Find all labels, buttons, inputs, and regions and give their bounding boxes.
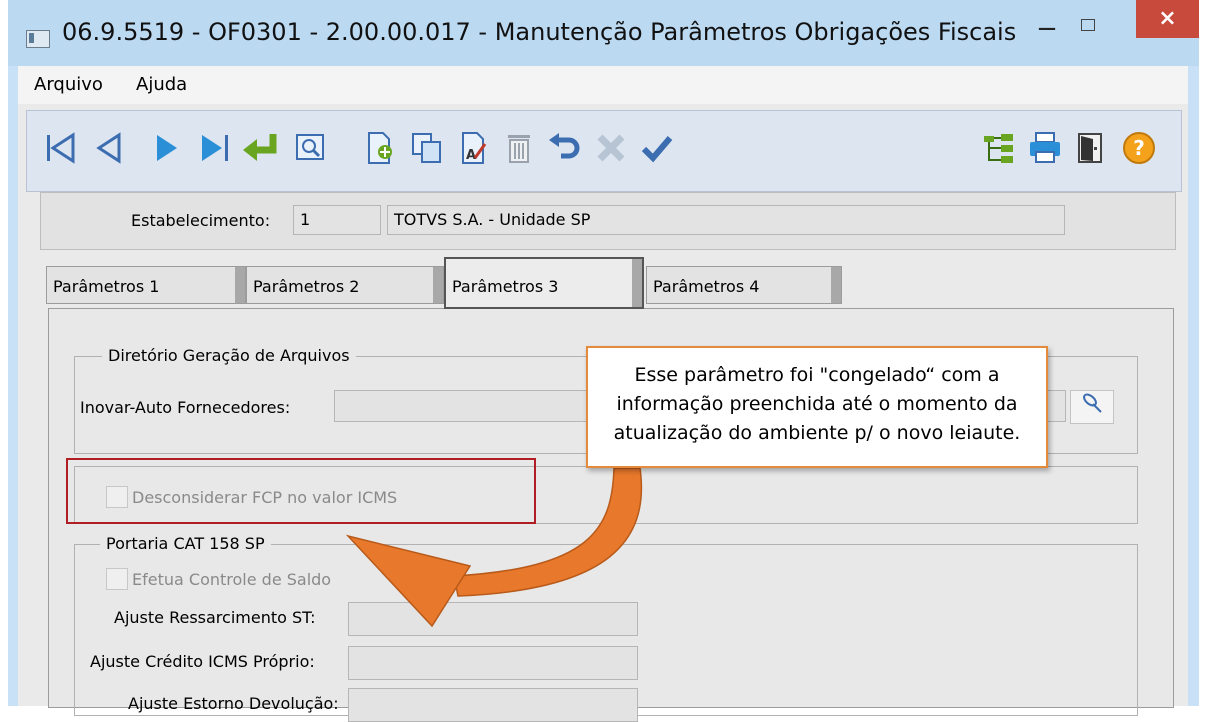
estorno-field[interactable] (348, 688, 638, 722)
delete-icon[interactable] (497, 126, 541, 170)
goto-icon[interactable] (239, 126, 283, 170)
toolbar: A ? (26, 110, 1182, 192)
close-button[interactable]: × (1136, 0, 1199, 38)
maximize-button[interactable] (1070, 14, 1104, 44)
first-record-icon[interactable] (39, 126, 83, 170)
menu-bar: Arquivo Ajuda (18, 66, 1188, 104)
estabelecimento-label: Estabelecimento: (131, 211, 271, 230)
ressarcimento-field[interactable] (348, 602, 638, 636)
search-icon[interactable] (289, 126, 333, 170)
tab-parametros-3[interactable]: Parâmetros 3 (444, 257, 644, 309)
svg-text:A: A (466, 148, 476, 163)
exit-icon[interactable] (1069, 126, 1113, 170)
annotation-callout: Esse parâmetro foi "congelado“ com a inf… (586, 346, 1048, 468)
tab-label: Parâmetros 3 (452, 277, 559, 296)
estorno-label: Ajuste Estorno Devolução: (128, 694, 339, 713)
estabelecimento-panel: Estabelecimento: 1 TOTVS S.A. - Unidade … (40, 192, 1176, 250)
tab-edge (433, 267, 443, 303)
confirm-icon[interactable] (635, 126, 679, 170)
controle-saldo-checkbox[interactable] (106, 568, 128, 590)
tab-edge (235, 267, 245, 303)
menu-ajuda[interactable]: Ajuda (136, 74, 187, 95)
title-bar[interactable]: 06.9.5519 - OF0301 - 2.00.00.017 - Manut… (8, 0, 1199, 66)
controle-saldo-label: Efetua Controle de Saldo (132, 570, 332, 589)
window-title: 06.9.5519 - OF0301 - 2.00.00.017 - Manut… (62, 18, 1017, 46)
credito-icms-field[interactable] (348, 646, 638, 680)
maximize-icon (1081, 19, 1095, 31)
help-icon[interactable]: ? (1117, 126, 1161, 170)
previous-record-icon[interactable] (87, 126, 131, 170)
new-icon[interactable] (357, 126, 401, 170)
tab-edge (831, 267, 841, 303)
estabelecimento-name-field: TOTVS S.A. - Unidade SP (387, 205, 1065, 235)
tab-label: Parâmetros 4 (653, 277, 760, 296)
tab-parametros-4[interactable]: Parâmetros 4 (646, 266, 842, 304)
tab-edge (632, 259, 642, 307)
edit-icon[interactable]: A (451, 126, 495, 170)
inovar-auto-label: Inovar-Auto Fornecedores: (80, 398, 291, 417)
menu-arquivo[interactable]: Arquivo (34, 74, 103, 95)
tab-parametros-1[interactable]: Parâmetros 1 (46, 266, 246, 304)
portaria-legend: Portaria CAT 158 SP (100, 534, 271, 553)
annotation-line-3: atualização do ambiente p/ o novo leiaut… (613, 422, 1021, 444)
minimize-button[interactable]: − (1030, 14, 1064, 44)
tab-parametros-2[interactable]: Parâmetros 2 (246, 266, 444, 304)
last-record-icon[interactable] (193, 126, 237, 170)
copy-icon[interactable] (405, 126, 449, 170)
help-icon-label: ? (1133, 136, 1145, 160)
credito-icms-label: Ajuste Crédito ICMS Próprio: (90, 652, 315, 671)
print-icon[interactable] (1023, 126, 1067, 170)
highlight-box (66, 458, 536, 524)
undo-icon[interactable] (543, 126, 587, 170)
tab-label: Parâmetros 1 (53, 277, 160, 296)
diretorio-legend: Diretório Geração de Arquivos (102, 346, 356, 365)
cancel-icon[interactable] (589, 126, 633, 170)
annotation-line-2: informação preenchida até o momento da (616, 393, 1018, 415)
ressarcimento-label: Ajuste Ressarcimento ST: (114, 608, 316, 627)
tab-label: Parâmetros 2 (253, 277, 360, 296)
annotation-line-1: Esse parâmetro foi "congelado“ com a (634, 364, 1000, 386)
app-icon (26, 30, 50, 48)
estabelecimento-code-field[interactable]: 1 (293, 205, 381, 235)
tree-icon[interactable] (977, 126, 1021, 170)
browse-button[interactable] (1070, 390, 1114, 424)
next-record-icon[interactable] (145, 126, 189, 170)
